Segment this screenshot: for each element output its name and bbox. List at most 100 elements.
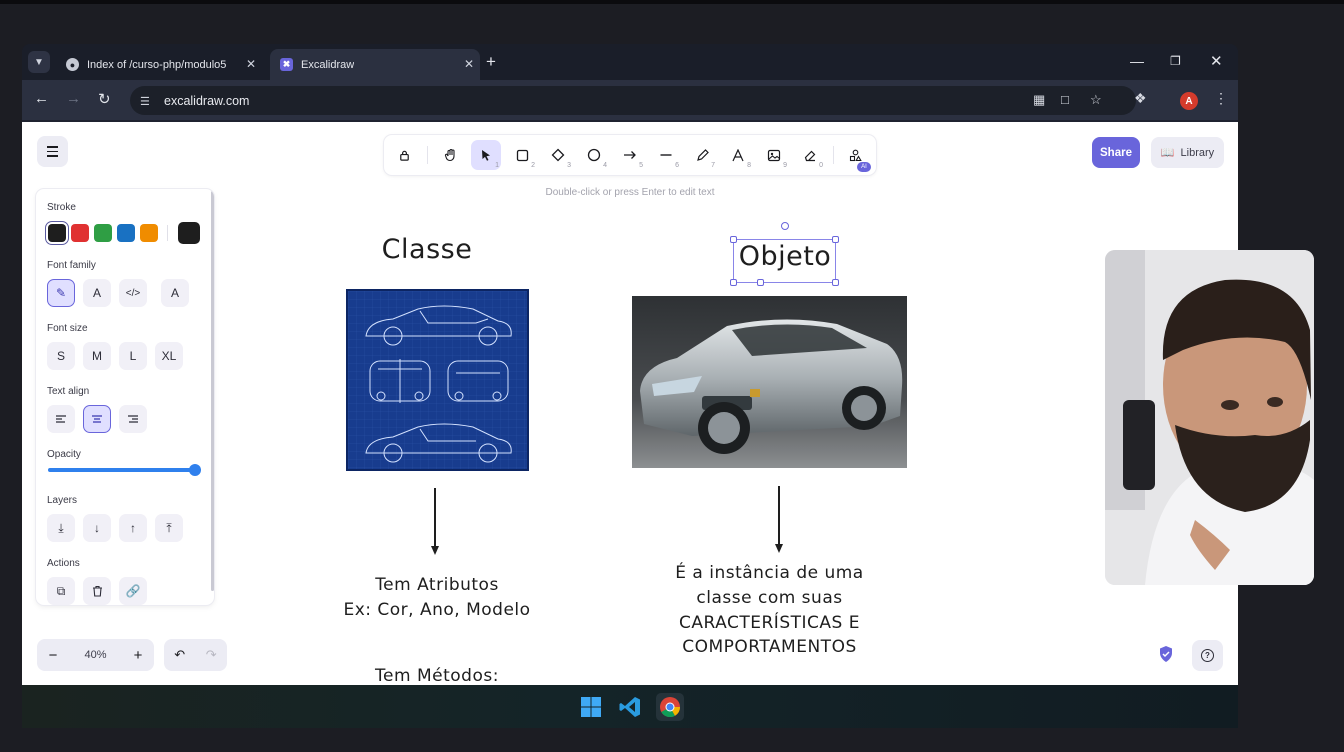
help-icon: ? bbox=[1201, 649, 1214, 662]
panel-scrollbar[interactable] bbox=[211, 191, 214, 591]
more-tools-button[interactable]: AI bbox=[840, 140, 871, 172]
reload-icon[interactable]: ↻ bbox=[98, 90, 111, 108]
stroke-color-blue[interactable] bbox=[117, 224, 135, 242]
close-tab-icon[interactable]: ✕ bbox=[464, 57, 474, 71]
font-family-label: Font family bbox=[47, 260, 96, 271]
stroke-color-red[interactable] bbox=[71, 224, 89, 242]
close-tab-icon[interactable]: ✕ bbox=[246, 57, 256, 71]
bring-forward-button[interactable]: ↑ bbox=[119, 514, 147, 542]
tab-excalidraw[interactable]: ✖ Excalidraw ✕ bbox=[270, 49, 480, 80]
zoom-out-button[interactable]: − bbox=[37, 647, 69, 664]
image-tool[interactable]: 9 bbox=[759, 140, 789, 170]
current-stroke-color[interactable] bbox=[178, 222, 200, 244]
main-menu-button[interactable] bbox=[37, 136, 68, 167]
tab-index-of-curso-php[interactable]: ● Index of /curso-php/modulo5 ✕ bbox=[56, 49, 262, 80]
browser-menu-icon[interactable]: ⋮ bbox=[1214, 90, 1228, 107]
draw-tool[interactable]: 7 bbox=[687, 140, 717, 170]
object-text-line-2[interactable]: classe com suas bbox=[632, 586, 907, 611]
site-settings-icon[interactable]: ☰ bbox=[140, 95, 154, 108]
windows-start-button[interactable] bbox=[577, 693, 605, 721]
translate-icon[interactable]: □ bbox=[1061, 92, 1069, 107]
excalidraw-canvas[interactable]: 1 2 3 4 5 6 7 8 9 0 AI Double-click or p… bbox=[22, 122, 1238, 685]
class-arrow-line[interactable] bbox=[434, 488, 436, 546]
rotation-handle[interactable] bbox=[781, 222, 789, 230]
lock-tool[interactable] bbox=[389, 140, 419, 170]
new-tab-button[interactable]: + bbox=[486, 52, 496, 72]
share-button[interactable]: Share bbox=[1092, 137, 1140, 168]
rectangle-tool[interactable]: 2 bbox=[507, 140, 537, 170]
class-text-attributes[interactable]: Tem Atributos bbox=[312, 573, 562, 598]
minimize-icon[interactable]: — bbox=[1130, 53, 1144, 69]
car-photo-image[interactable] bbox=[632, 296, 907, 468]
library-button[interactable]: 📖 Library bbox=[1151, 137, 1224, 168]
line-tool[interactable]: 6 bbox=[651, 140, 681, 170]
class-title[interactable]: Classe bbox=[362, 234, 492, 265]
text-tool[interactable]: 8 bbox=[723, 140, 753, 170]
object-text-line-4[interactable]: COMPORTAMENTOS bbox=[632, 635, 907, 660]
align-left-button[interactable] bbox=[47, 405, 75, 433]
object-arrow-line[interactable] bbox=[778, 486, 780, 544]
redo-icon[interactable]: ↷ bbox=[206, 647, 217, 663]
zoom-reset-button[interactable]: 40% bbox=[69, 649, 122, 661]
help-button[interactable]: ? bbox=[1192, 640, 1223, 671]
object-title[interactable]: Objeto bbox=[726, 241, 844, 272]
opacity-slider-thumb[interactable] bbox=[189, 464, 201, 476]
resize-handle[interactable] bbox=[832, 279, 839, 286]
font-size-medium[interactable]: M bbox=[83, 342, 111, 370]
toolbar-divider bbox=[427, 146, 428, 164]
font-size-small[interactable]: S bbox=[47, 342, 75, 370]
arrow-tool[interactable]: 5 bbox=[615, 140, 645, 170]
chrome-taskbar-button[interactable] bbox=[656, 693, 684, 721]
stroke-color-orange[interactable] bbox=[140, 224, 158, 242]
stroke-color-black[interactable] bbox=[45, 221, 69, 245]
align-center-button[interactable] bbox=[83, 405, 111, 433]
shortcut-key: 3 bbox=[567, 162, 571, 169]
globe-icon: ● bbox=[66, 58, 79, 71]
image-icon bbox=[767, 149, 781, 161]
forward-icon[interactable]: → bbox=[66, 90, 81, 107]
object-arrow-head bbox=[775, 544, 783, 553]
font-hand-drawn-button[interactable]: ✎ bbox=[47, 279, 75, 307]
delete-button[interactable] bbox=[83, 577, 111, 605]
diamond-tool[interactable]: 3 bbox=[543, 140, 573, 170]
profile-avatar[interactable]: A bbox=[1180, 92, 1198, 110]
opacity-slider-track[interactable] bbox=[48, 468, 196, 472]
class-text-methods[interactable]: Tem Métodos: bbox=[312, 664, 562, 685]
restore-icon[interactable]: ❐ bbox=[1170, 54, 1181, 68]
class-text-example[interactable]: Ex: Cor, Ano, Modelo bbox=[312, 598, 562, 623]
font-normal-button[interactable]: A bbox=[83, 279, 111, 307]
align-right-button[interactable] bbox=[119, 405, 147, 433]
undo-icon[interactable]: ↶ bbox=[174, 647, 185, 663]
close-window-icon[interactable]: ✕ bbox=[1210, 52, 1223, 70]
address-bar[interactable]: ☰ excalidraw.com ▦ □ ☆ bbox=[130, 86, 1136, 115]
zoom-in-button[interactable]: + bbox=[122, 647, 154, 664]
bring-to-front-icon: ⤒ bbox=[166, 520, 172, 535]
vscode-taskbar-button[interactable] bbox=[616, 693, 644, 721]
install-app-icon[interactable]: ▦ bbox=[1033, 92, 1045, 108]
extensions-icon[interactable]: ❖ bbox=[1134, 90, 1147, 107]
font-size-xlarge[interactable]: XL bbox=[155, 342, 183, 370]
object-text-line-3[interactable]: CARACTERÍSTICAS E bbox=[632, 611, 907, 636]
stroke-color-green[interactable] bbox=[94, 224, 112, 242]
ellipse-tool[interactable]: 4 bbox=[579, 140, 609, 170]
shortcut-key: 9 bbox=[783, 162, 787, 169]
resize-handle[interactable] bbox=[730, 279, 737, 286]
font-size-large[interactable]: L bbox=[119, 342, 147, 370]
resize-handle[interactable] bbox=[757, 279, 764, 286]
car-blueprint-image[interactable] bbox=[346, 289, 529, 471]
hand-tool[interactable] bbox=[436, 140, 466, 170]
bookmark-star-icon[interactable]: ☆ bbox=[1090, 92, 1102, 108]
send-to-back-button[interactable]: ⤓ bbox=[47, 514, 75, 542]
back-icon[interactable]: ← bbox=[34, 90, 49, 107]
send-backward-button[interactable]: ↓ bbox=[83, 514, 111, 542]
font-picker-button[interactable]: A bbox=[161, 279, 189, 307]
bring-to-front-button[interactable]: ⤒ bbox=[155, 514, 183, 542]
link-button[interactable]: 🔗 bbox=[119, 577, 147, 605]
eraser-tool[interactable]: 0 bbox=[795, 140, 825, 170]
font-code-button[interactable]: </> bbox=[119, 279, 147, 307]
tab-search-button[interactable]: ▼ bbox=[28, 51, 50, 73]
object-text-line-1[interactable]: É a instância de uma bbox=[632, 561, 907, 586]
shield-icon[interactable] bbox=[1158, 645, 1174, 663]
selection-tool[interactable]: 1 bbox=[471, 140, 501, 170]
duplicate-button[interactable]: ⧉ bbox=[47, 577, 75, 605]
